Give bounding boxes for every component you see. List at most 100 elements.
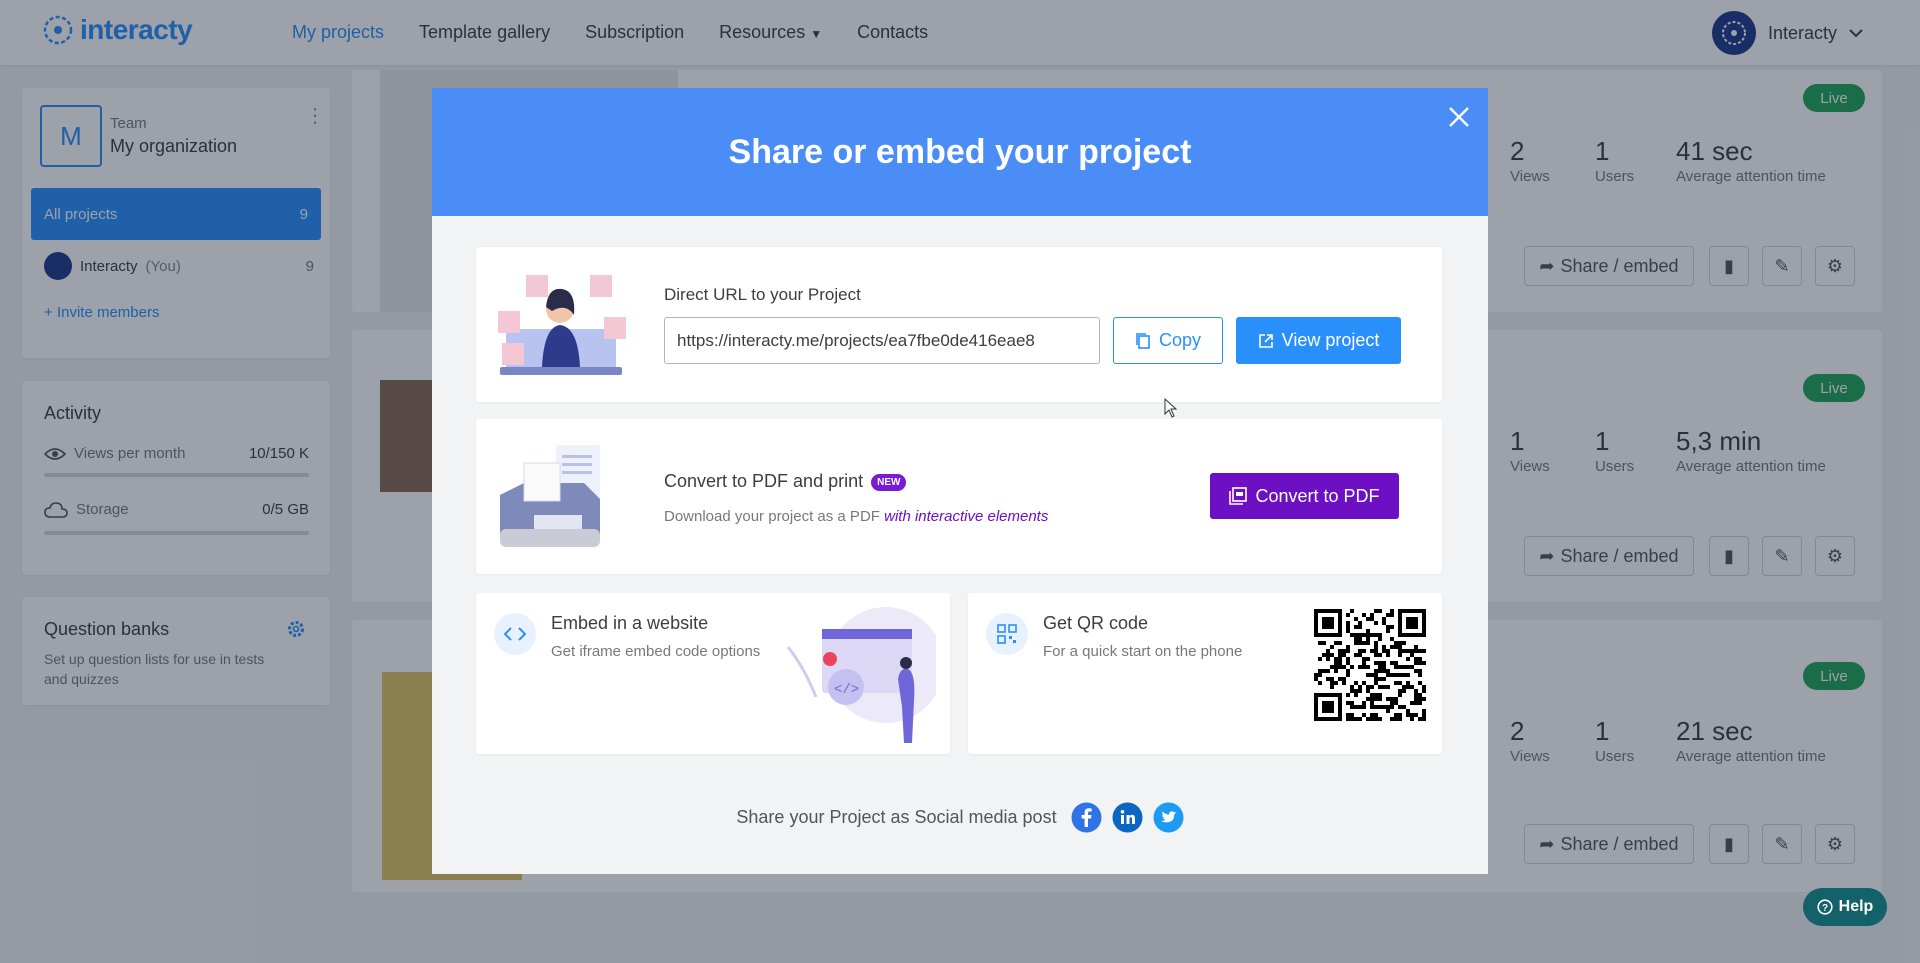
qr-card[interactable]: Get QR code For a quick start on the pho… <box>968 593 1442 754</box>
qr-code-image <box>1314 609 1426 721</box>
qr-module <box>1414 713 1418 717</box>
help-button[interactable]: ? Help <box>1803 888 1887 926</box>
qr-module <box>1354 641 1358 645</box>
qr-module <box>1326 677 1330 681</box>
qr-module <box>1374 697 1378 701</box>
qr-module <box>1406 673 1410 677</box>
qr-module <box>1390 625 1394 629</box>
qr-module <box>1342 649 1346 653</box>
qr-module <box>1422 685 1426 689</box>
qr-module <box>1350 717 1354 721</box>
qr-module <box>1362 633 1366 637</box>
pdf-title-row: Convert to PDF and print NEW <box>664 471 907 492</box>
twitter-icon[interactable] <box>1153 802 1184 833</box>
qr-module <box>1414 689 1418 693</box>
qr-module <box>1390 705 1394 709</box>
qr-module <box>1410 665 1414 669</box>
project-url-field[interactable]: https://interacty.me/projects/ea7fbe0de4… <box>664 317 1100 364</box>
view-project-button[interactable]: View project <box>1236 317 1401 364</box>
qr-module <box>1342 665 1346 669</box>
qr-module <box>1354 625 1358 629</box>
social-label: Share your Project as Social media post <box>736 807 1057 827</box>
qr-module <box>1386 709 1390 713</box>
qr-module <box>1362 681 1366 685</box>
qr-desc: For a quick start on the phone <box>1043 643 1243 660</box>
qr-module <box>1338 641 1342 645</box>
qr-module <box>1354 637 1358 641</box>
qr-module <box>1366 689 1370 693</box>
qr-module <box>1406 685 1410 689</box>
qr-module <box>1354 633 1358 637</box>
qr-module <box>1330 665 1334 669</box>
qr-module <box>1406 713 1410 717</box>
qr-module <box>1378 637 1382 641</box>
qr-module <box>1346 717 1350 721</box>
qr-module <box>1370 701 1374 705</box>
qr-module <box>1382 661 1386 665</box>
qr-module <box>1346 625 1350 629</box>
qr-module <box>1358 665 1362 669</box>
mouse-cursor-icon <box>1164 398 1178 418</box>
qr-module <box>1374 693 1378 697</box>
qr-module <box>1362 705 1366 709</box>
qr-module <box>1394 661 1398 665</box>
qr-module <box>1398 693 1402 697</box>
pdf-desc-row: Download your project as a PDF with inte… <box>664 508 1048 525</box>
code-brackets-icon <box>504 627 526 641</box>
qr-module <box>1362 701 1366 705</box>
qr-module <box>1366 633 1370 637</box>
qr-module <box>1330 677 1334 681</box>
qr-module <box>1338 677 1342 681</box>
qr-module <box>1406 649 1410 653</box>
qr-module <box>1366 685 1370 689</box>
qr-module <box>1346 649 1350 653</box>
qr-module <box>1350 705 1354 709</box>
qr-module <box>1374 649 1378 653</box>
linkedin-icon[interactable] <box>1112 802 1143 833</box>
direct-url-card: Direct URL to your Project https://inter… <box>476 247 1442 402</box>
qr-module <box>1390 697 1394 701</box>
qr-module <box>1398 665 1402 669</box>
qr-module <box>1402 641 1406 645</box>
qr-module <box>1362 649 1366 653</box>
qr-module <box>1362 641 1366 645</box>
embed-title: Embed in a website <box>551 613 709 633</box>
close-icon[interactable] <box>1444 102 1474 132</box>
qr-module <box>1394 713 1398 717</box>
qr-module <box>1386 685 1390 689</box>
copy-button[interactable]: Copy <box>1113 317 1223 364</box>
qr-module <box>1314 677 1318 681</box>
convert-to-pdf-button[interactable]: Convert to PDF <box>1210 473 1399 519</box>
qr-module <box>1374 645 1378 649</box>
qr-module <box>1346 657 1350 661</box>
qr-module <box>1422 697 1426 701</box>
qr-module <box>1422 717 1426 721</box>
qr-module <box>1390 701 1394 705</box>
qr-module <box>1374 669 1378 673</box>
qr-module <box>1398 705 1402 709</box>
qr-module <box>1322 669 1326 673</box>
qr-module <box>1326 657 1330 661</box>
qr-module <box>1346 701 1350 705</box>
qr-module <box>1346 693 1350 697</box>
qr-module <box>1386 625 1390 629</box>
qr-module <box>1358 653 1362 657</box>
qr-module <box>1398 649 1402 653</box>
embed-card[interactable]: Embed in a website Get iframe embed code… <box>476 593 950 754</box>
qr-module <box>1394 673 1398 677</box>
qr-module <box>1346 713 1350 717</box>
copy-label: Copy <box>1158 330 1202 350</box>
qr-module <box>1346 621 1350 625</box>
pdf-desc: Download your project as a PDF <box>664 508 880 525</box>
qr-module <box>1354 681 1358 685</box>
qr-module <box>1406 657 1410 661</box>
qr-module <box>1418 681 1422 685</box>
facebook-icon[interactable] <box>1071 802 1102 833</box>
qr-module <box>1418 649 1422 653</box>
qr-module <box>1382 685 1386 689</box>
qr-module <box>1358 685 1362 689</box>
qr-module <box>1358 625 1362 629</box>
qr-module <box>1334 641 1338 645</box>
qr-module <box>1406 681 1410 685</box>
qr-code-icon <box>997 624 1017 644</box>
